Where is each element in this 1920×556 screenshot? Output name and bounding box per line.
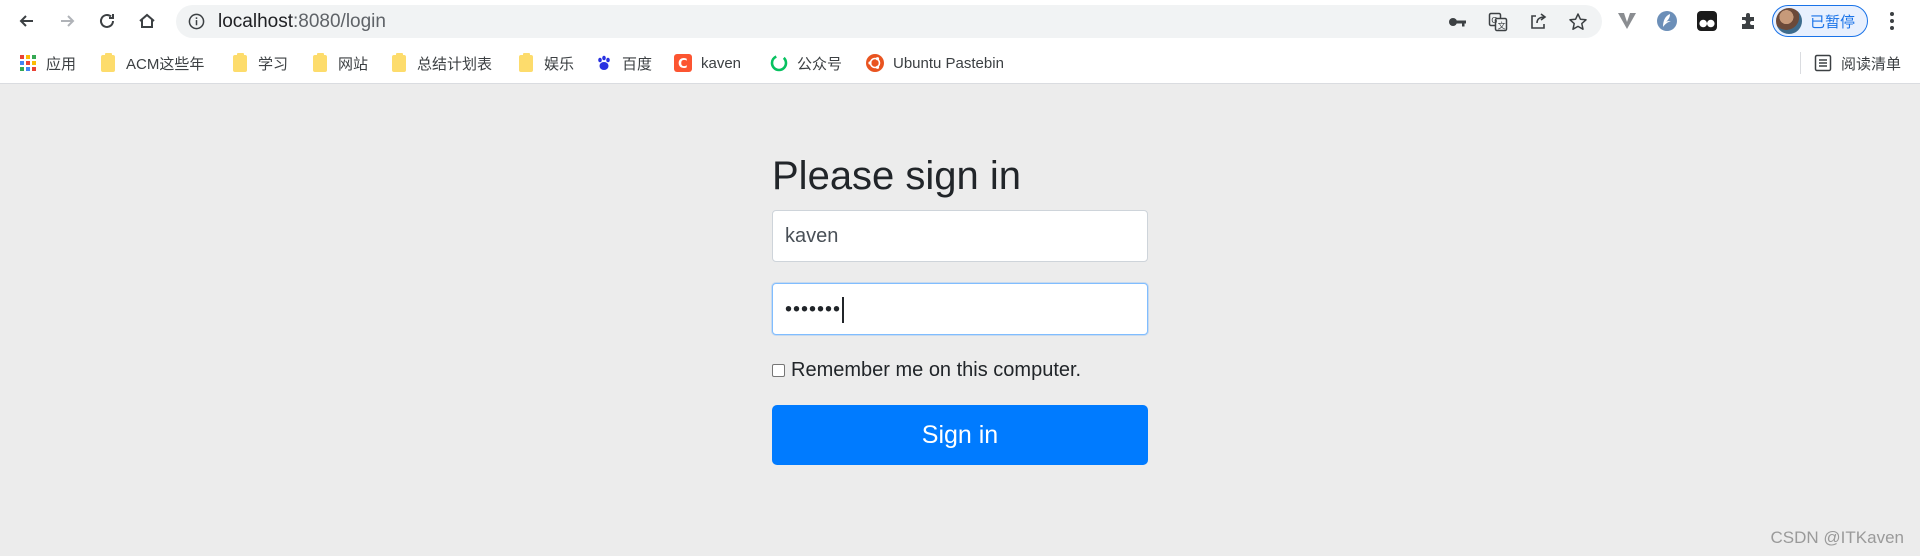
bookmark-label: 总结计划表 <box>417 55 493 73</box>
wechat-icon <box>770 54 788 72</box>
reading-list-icon <box>1814 54 1832 72</box>
kebab-menu-icon <box>1890 12 1894 16</box>
svg-text:C: C <box>678 57 688 72</box>
bookmark-wechat[interactable]: 公众号 <box>770 42 842 84</box>
profile-button[interactable]: 已暂停 <box>1772 5 1868 37</box>
bookmark-folder-acm[interactable]: ACM这些年 <box>99 42 204 84</box>
info-icon[interactable] <box>188 13 205 30</box>
puzzle-icon <box>1742 13 1754 29</box>
browser-menu-button[interactable] <box>1882 10 1902 32</box>
bookmark-label: 娱乐 <box>544 55 575 73</box>
password-key-button[interactable] <box>1448 12 1468 32</box>
bookmark-csdn-kaven[interactable]: C kaven <box>674 42 741 84</box>
extensions-button[interactable] <box>1738 10 1760 32</box>
bookmark-label: Ubuntu Pastebin <box>893 54 1004 72</box>
bookmark-label: 应用 <box>46 55 77 73</box>
bookmarks-bar: 应用 ACM这些年 学习 网站 总结计划表 娱乐 百度 C kaven 公众号 <box>0 42 1920 84</box>
folder-icon <box>99 52 117 72</box>
bookmark-folder-plans[interactable]: 总结计划表 <box>390 42 492 84</box>
remember-me-label[interactable]: Remember me on this computer. <box>791 359 1081 382</box>
share-button[interactable] <box>1528 12 1548 32</box>
extension-feather-button[interactable] <box>1656 10 1678 32</box>
back-button[interactable] <box>15 9 39 33</box>
remember-me-checkbox[interactable] <box>772 363 785 377</box>
star-icon <box>1569 13 1587 30</box>
folder-icon <box>517 52 535 72</box>
address-bar[interactable]: localhost:8080/login G文 <box>176 5 1602 38</box>
tampermonkey-icon <box>1697 11 1717 31</box>
folder-icon <box>231 52 249 72</box>
bookmark-apps[interactable]: 应用 <box>19 42 76 84</box>
reading-list-button[interactable]: 阅读清单 <box>1814 42 1901 84</box>
home-button[interactable] <box>135 9 159 33</box>
translate-button[interactable]: G文 <box>1488 12 1508 32</box>
bookmark-folder-websites[interactable]: 网站 <box>311 42 368 84</box>
svg-text:G: G <box>1491 16 1497 25</box>
username-field[interactable]: kaven <box>772 210 1148 262</box>
bookmark-label: 网站 <box>338 55 369 73</box>
bookmark-label: 学习 <box>258 55 289 73</box>
bookmark-ubuntu-pastebin[interactable]: Ubuntu Pastebin <box>866 42 1004 84</box>
password-field[interactable]: ••••••• <box>772 283 1148 335</box>
browser-toolbar: localhost:8080/login G文 已暂停 <box>0 0 1920 42</box>
bookmark-baidu[interactable]: 百度 <box>595 42 652 84</box>
apps-grid-icon <box>19 54 37 72</box>
bookmark-label: 公众号 <box>797 55 843 73</box>
share-icon <box>1531 13 1547 29</box>
reload-button[interactable] <box>95 9 119 33</box>
url-text[interactable]: localhost:8080/login <box>218 5 386 38</box>
extension-tampermonkey-button[interactable] <box>1696 10 1718 32</box>
csdn-icon: C <box>674 54 692 72</box>
home-icon <box>139 13 155 28</box>
url-path: :8080/login <box>293 11 386 32</box>
translate-icon: G文 <box>1488 12 1508 32</box>
arrow-left-icon <box>19 15 33 27</box>
bookmark-folder-study[interactable]: 学习 <box>231 42 288 84</box>
url-host: localhost <box>218 11 293 32</box>
key-icon <box>1449 18 1466 27</box>
username-value: kaven <box>785 225 839 247</box>
profile-status-label: 已暂停 <box>1810 13 1856 31</box>
extension-v-button[interactable] <box>1616 10 1638 32</box>
v-extension-icon <box>1618 13 1636 29</box>
forward-button[interactable] <box>55 9 79 33</box>
ubuntu-icon <box>866 54 884 72</box>
bookmark-folder-entertainment[interactable]: 娱乐 <box>517 42 574 84</box>
folder-icon <box>390 52 408 72</box>
watermark: CSDN @ITKaven <box>1770 528 1904 547</box>
reading-list-label: 阅读清单 <box>1841 55 1902 73</box>
arrow-right-icon <box>61 15 75 27</box>
password-masked-value: ••••••• <box>785 298 842 321</box>
bookmark-star-button[interactable] <box>1568 12 1588 32</box>
feather-extension-icon <box>1657 11 1677 31</box>
bookmark-label: ACM这些年 <box>126 55 205 73</box>
bookmark-label: 百度 <box>622 55 653 73</box>
bookmarks-divider <box>1800 52 1801 74</box>
avatar <box>1776 8 1802 34</box>
svg-text:文: 文 <box>1498 21 1506 31</box>
folder-icon <box>311 52 329 72</box>
bookmark-label: kaven <box>701 54 742 72</box>
page-title: Please sign in <box>772 154 1022 198</box>
text-caret <box>842 296 844 323</box>
sign-in-button[interactable]: Sign in <box>772 405 1148 465</box>
baidu-paw-icon <box>595 54 613 72</box>
remember-me-row: Remember me on this computer. <box>772 356 1081 384</box>
reload-icon <box>100 13 114 28</box>
